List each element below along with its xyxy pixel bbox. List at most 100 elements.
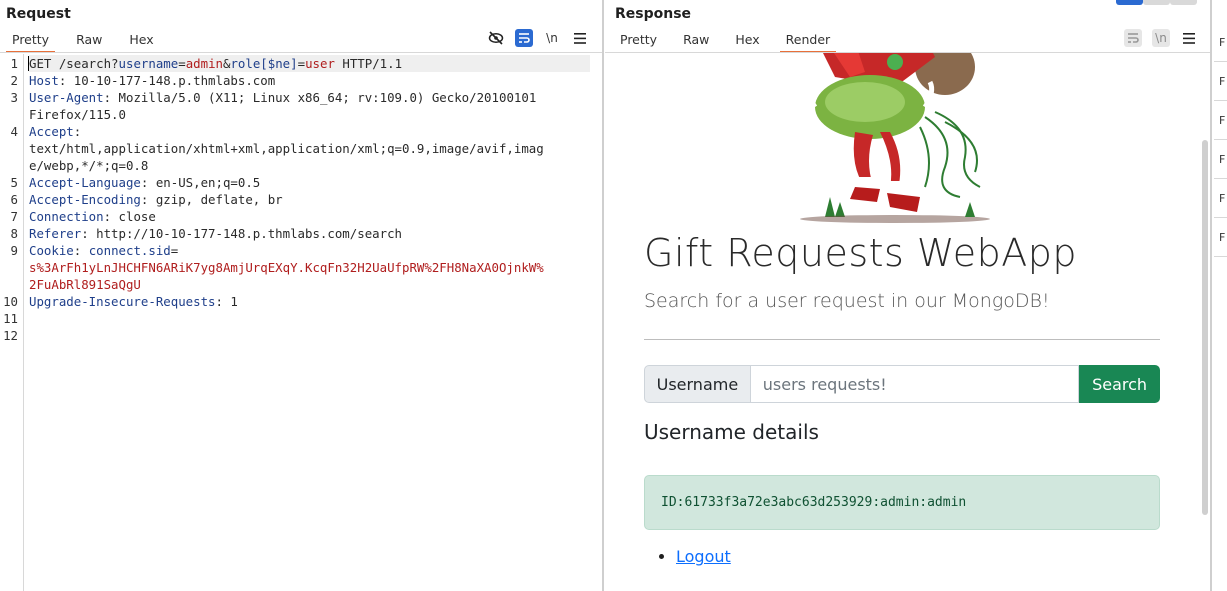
tab-response-raw[interactable]: Raw: [683, 31, 709, 51]
line-number: 9: [10, 243, 18, 258]
tab-response-pretty[interactable]: Pretty: [620, 31, 657, 51]
code-line[interactable]: s%3ArFh1yLnJHCHFN6ARiK7yg8AmjUrqEXqY.Kcq…: [0, 259, 600, 276]
app-subheading: Search for a user request in our MongoDB…: [644, 290, 1050, 312]
code-token: :: [73, 243, 89, 258]
code-line[interactable]: 11: [0, 310, 600, 327]
tab-request-hex[interactable]: Hex: [129, 31, 153, 51]
render-view: Gift Requests WebApp Search for a user r…: [605, 53, 1203, 591]
tab-response-hex[interactable]: Hex: [735, 31, 759, 51]
layout-split-button[interactable]: [1116, 0, 1143, 5]
request-tabs: Pretty Raw Hex: [5, 31, 154, 53]
line-number: 2: [10, 73, 18, 88]
code-token: Accept-Encoding: [29, 192, 141, 207]
code-line[interactable]: 7 Connection: close: [0, 208, 600, 225]
code-line[interactable]: Firefox/115.0: [0, 106, 600, 123]
code-line[interactable]: 8 Referer: http://10-10-177-148.p.thmlabs…: [0, 225, 600, 242]
layout-horizontal-button[interactable]: [1143, 0, 1170, 5]
code-token: HTTP/1.1: [334, 56, 403, 71]
code-token: e/webp,*/*;q=0.8: [29, 158, 149, 173]
code-line[interactable]: 10 Upgrade-Insecure-Requests: 1: [0, 293, 600, 310]
code-token: Host: [29, 73, 59, 88]
response-pane: Response Pretty Raw Hex Render \n Gift R…: [605, 0, 1210, 591]
code-token: Cookie: [29, 243, 74, 258]
code-line-content: Referer: http://10-10-177-148.p.thmlabs.…: [29, 226, 402, 241]
app-heading: Gift Requests WebApp: [644, 231, 1078, 275]
code-token: : http://10-10-177-148.p.thmlabs.com/sea…: [81, 226, 402, 241]
request-editor[interactable]: 1 GET /search?username=admin&role[$ne]=us…: [0, 55, 600, 344]
code-line[interactable]: 3 User-Agent: Mozilla/5.0 (X11; Linux x86…: [0, 89, 600, 106]
inspector-row[interactable]: F: [1214, 23, 1227, 62]
line-number: 3: [10, 90, 18, 105]
inspector-row[interactable]: F: [1214, 62, 1227, 101]
code-token: : close: [103, 209, 156, 224]
layout-tabs-button[interactable]: [1170, 0, 1197, 5]
username-details-heading: Username details: [644, 420, 819, 444]
logout-link[interactable]: Logout: [676, 547, 731, 566]
code-line[interactable]: e/webp,*/*;q=0.8: [0, 157, 600, 174]
inspector-row[interactable]: F: [1214, 101, 1227, 140]
word-wrap-icon[interactable]: [1124, 29, 1142, 47]
code-token: =: [178, 56, 186, 71]
line-number: 10: [3, 294, 18, 309]
code-line[interactable]: 2FuAbRl891SaQgU: [0, 276, 600, 293]
line-number: 7: [10, 209, 18, 224]
tab-response-render[interactable]: Render: [779, 31, 836, 53]
menu-icon[interactable]: [571, 29, 589, 47]
code-token: role[$ne]: [230, 56, 298, 71]
newline-toggle-icon[interactable]: \n: [1152, 29, 1170, 47]
newline-toggle-icon[interactable]: \n: [543, 29, 561, 47]
code-token: GET /search?: [28, 56, 119, 71]
code-line-content: text/html,application/xhtml+xml,applicat…: [29, 141, 544, 156]
code-line-content: Connection: close: [29, 209, 156, 224]
request-title: Request: [6, 6, 71, 22]
code-line-content: Host: 10-10-177-148.p.thmlabs.com: [29, 73, 275, 88]
code-line-content: s%3ArFh1yLnJHCHFN6ARiK7yg8AmjUrqEXqY.Kcq…: [29, 260, 544, 275]
username-search-input[interactable]: [750, 365, 1080, 403]
code-line[interactable]: 12: [0, 327, 600, 344]
search-button[interactable]: Search: [1079, 365, 1160, 403]
render-scrollbar[interactable]: [1202, 140, 1208, 515]
username-label: Username: [644, 365, 751, 403]
code-token: Referer: [29, 226, 82, 241]
code-line[interactable]: 9 Cookie: connect.sid=: [0, 242, 600, 259]
inspector-row[interactable]: F: [1214, 140, 1227, 179]
result-alert: ID:61733f3a72e3abc63d253929:admin:admin: [644, 475, 1160, 530]
code-line[interactable]: 2 Host: 10-10-177-148.p.thmlabs.com: [0, 72, 600, 89]
code-token: =: [297, 56, 306, 71]
menu-icon[interactable]: [1180, 29, 1198, 47]
request-tabs-border: [0, 52, 602, 53]
code-token: User-Agent: [29, 90, 104, 105]
request-toolbar: \n: [487, 29, 589, 47]
code-line-content: e/webp,*/*;q=0.8: [29, 158, 148, 173]
inspector-row[interactable]: F: [1214, 218, 1227, 257]
code-line-content: GET /search?username=admin&role[$ne]=use…: [28, 55, 590, 72]
code-line[interactable]: 4 Accept:: [0, 123, 600, 140]
code-token: admin: [185, 56, 223, 71]
tab-request-raw[interactable]: Raw: [76, 31, 102, 51]
line-number: 6: [10, 192, 18, 207]
code-token: Upgrade-Insecure-Requests: [29, 294, 216, 309]
code-line[interactable]: 1 GET /search?username=admin&role[$ne]=us…: [0, 55, 600, 72]
pane-divider[interactable]: [602, 0, 604, 591]
code-line[interactable]: 5 Accept-Language: en-US,en;q=0.5: [0, 174, 600, 191]
code-line-content: Upgrade-Insecure-Requests: 1: [29, 294, 238, 309]
code-line[interactable]: 6 Accept-Encoding: gzip, deflate, br: [0, 191, 600, 208]
code-token: :: [73, 124, 82, 139]
line-number: 1: [10, 56, 18, 71]
word-wrap-icon[interactable]: [515, 29, 533, 47]
tab-request-pretty[interactable]: Pretty: [5, 31, 56, 53]
line-number: 4: [10, 124, 18, 139]
search-form: Username Search: [644, 365, 1160, 403]
layout-toggle-group: [1116, 0, 1197, 5]
inspector-row[interactable]: F: [1214, 179, 1227, 218]
hide-nonprinting-icon[interactable]: [487, 29, 505, 47]
code-token: =: [170, 243, 179, 258]
grinch-illustration: [800, 53, 990, 223]
response-toolbar: \n: [1124, 29, 1198, 47]
list-item: Logout: [676, 547, 731, 566]
code-line-content: 2FuAbRl891SaQgU: [29, 277, 141, 292]
code-token: user: [305, 56, 335, 71]
code-line-content: User-Agent: Mozilla/5.0 (X11; Linux x86_…: [29, 90, 536, 105]
inspector-sliver: F F F F F F: [1210, 0, 1227, 591]
code-line[interactable]: text/html,application/xhtml+xml,applicat…: [0, 140, 600, 157]
